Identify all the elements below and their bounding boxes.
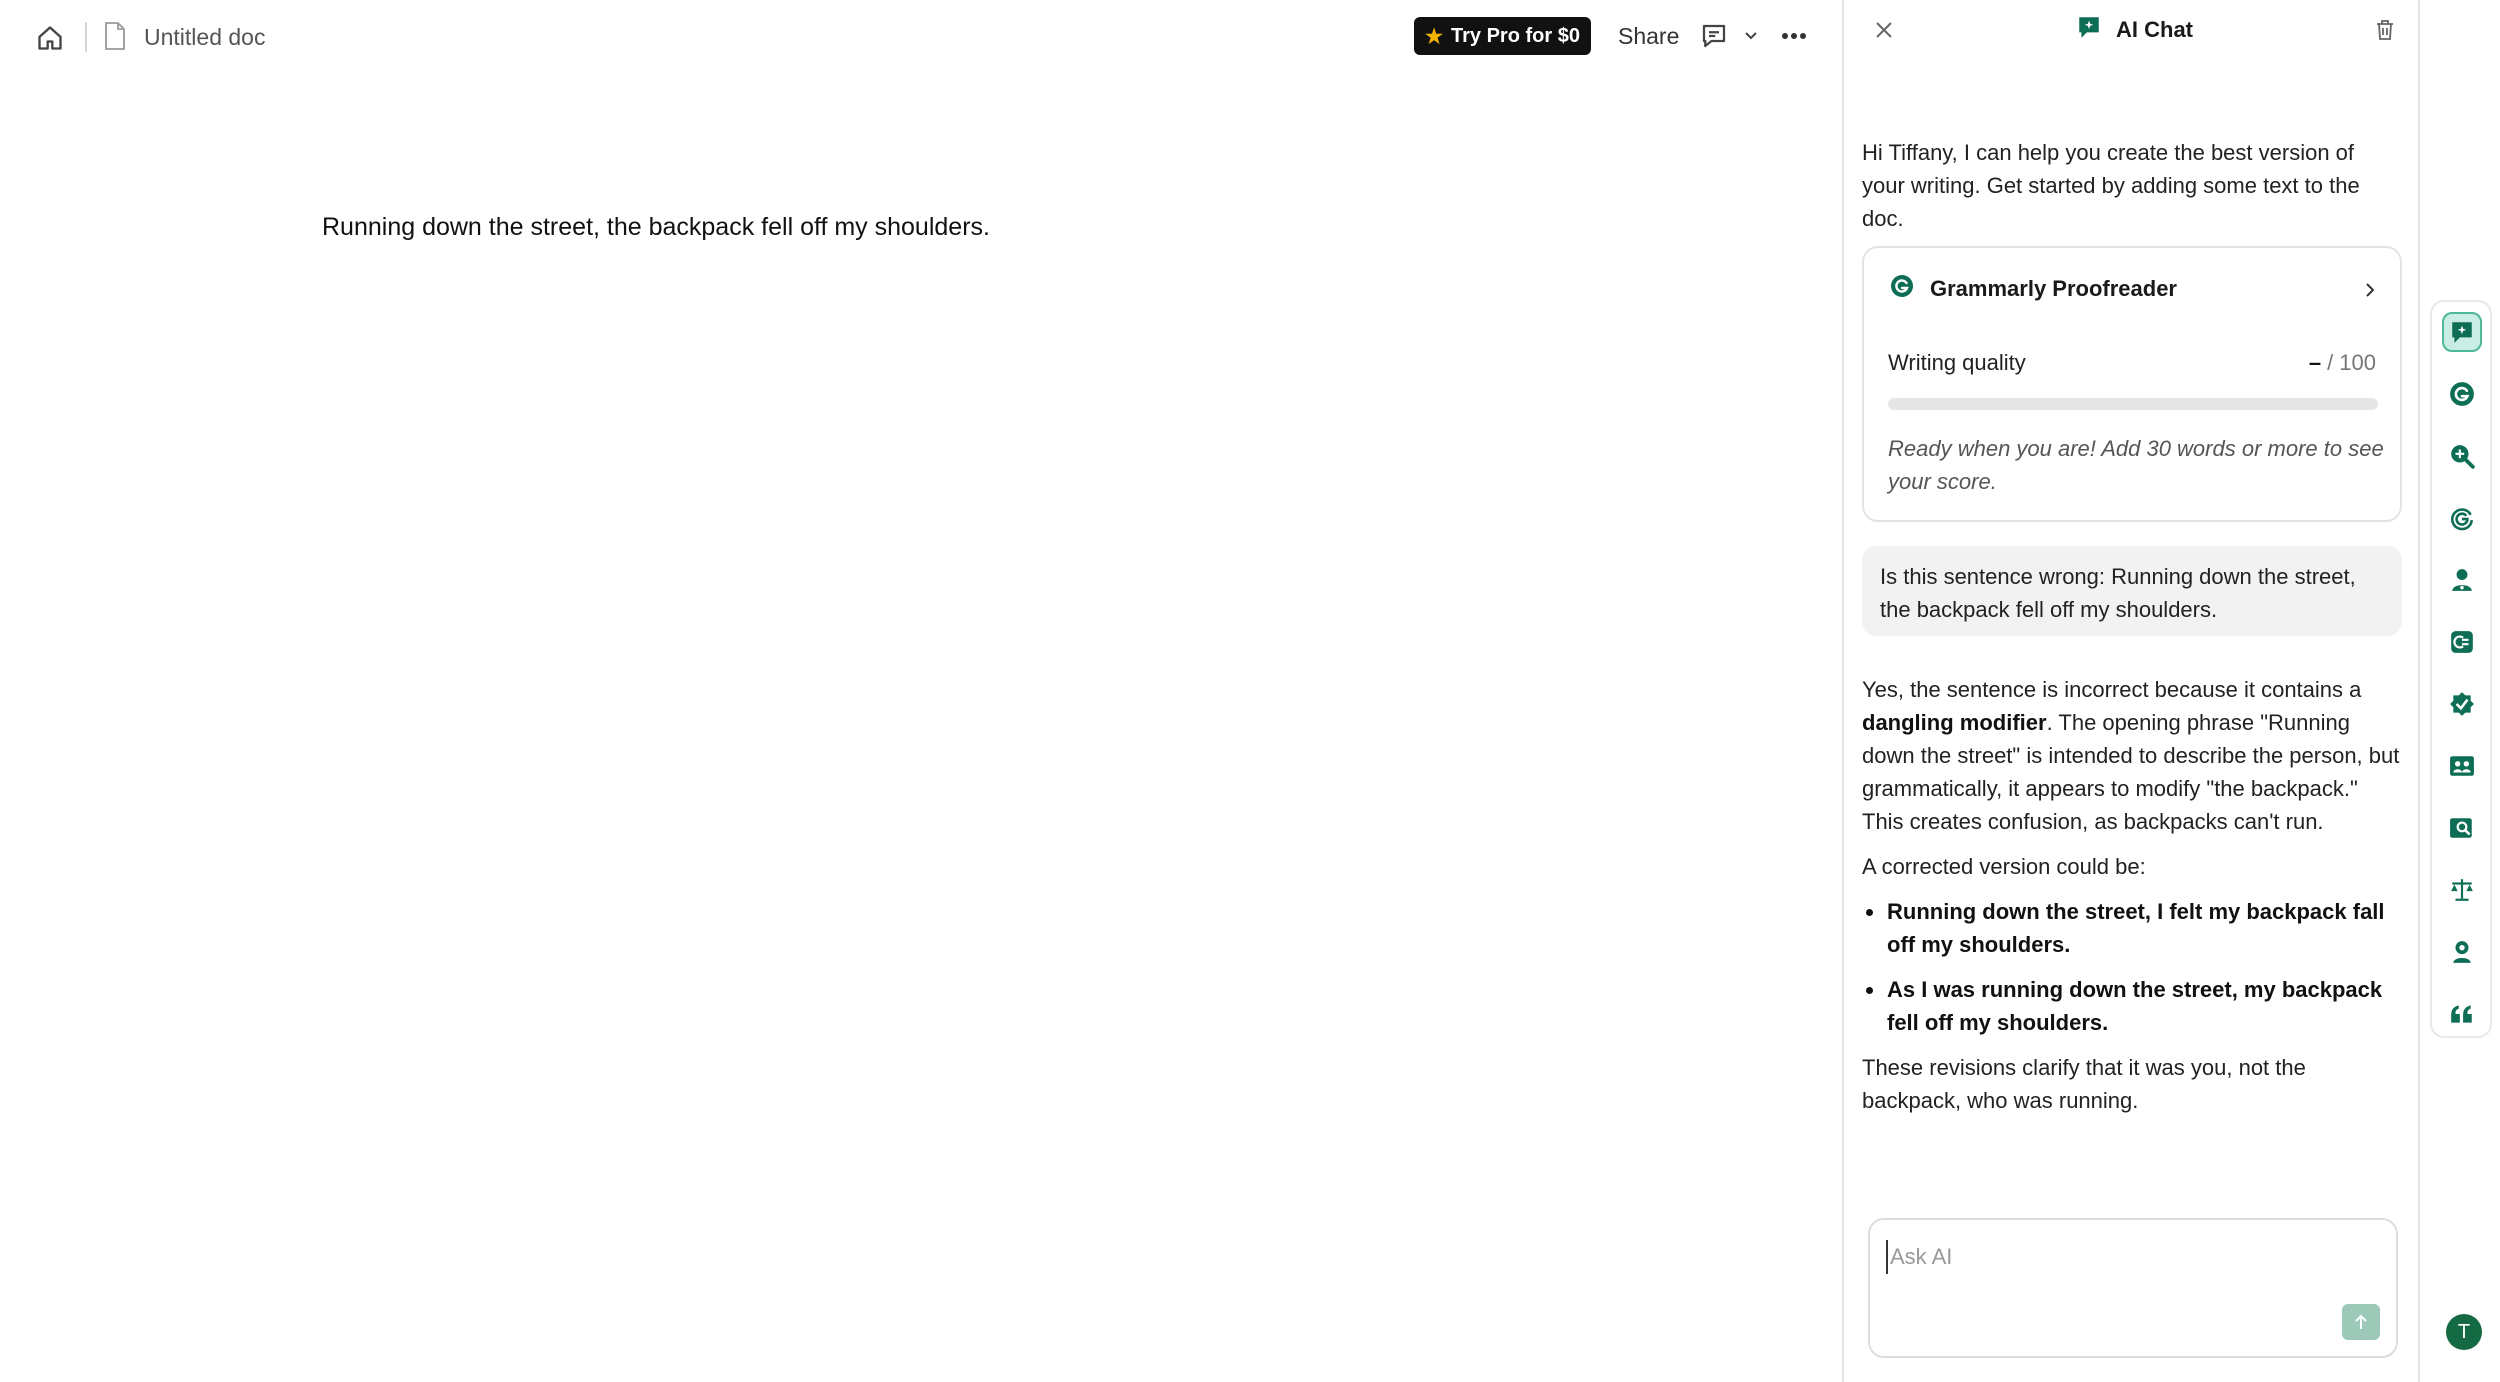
trash-icon[interactable] [2372, 16, 2398, 44]
response-paragraph: Yes, the sentence is incorrect because i… [1862, 673, 2402, 838]
ai-chat-panel: AI Chat Hi Tiffany, I can help you creat… [1842, 0, 2418, 1382]
audience-icon[interactable] [2442, 746, 2482, 786]
try-pro-label: Try Pro for $0 [1451, 24, 1580, 47]
panel-header: AI Chat [2076, 14, 2193, 45]
chevron-right-icon[interactable] [2360, 278, 2380, 302]
legal-scale-icon[interactable] [2442, 870, 2482, 910]
doc-title[interactable]: Untitled doc [144, 22, 265, 52]
home-icon[interactable] [34, 22, 66, 54]
paraphraser-icon[interactable] [2442, 622, 2482, 662]
list-item: As I was running down the street, my bac… [1862, 973, 2402, 1039]
ai-detector-icon[interactable] [2442, 498, 2482, 538]
send-button[interactable] [2342, 1304, 2380, 1340]
tool-rail [2430, 300, 2492, 1038]
panel-title: AI Chat [2116, 16, 2193, 42]
search-plagiarism-icon[interactable] [2442, 436, 2482, 476]
avatar[interactable]: T [2446, 1314, 2482, 1350]
corrections-list: Running down the street, I felt my backp… [1862, 895, 2402, 1039]
writing-quality-hint: Ready when you are! Add 30 words or more… [1888, 436, 2384, 494]
document-icon [104, 22, 130, 52]
grammarly-icon [1890, 274, 1914, 303]
expert-review-icon[interactable] [2442, 932, 2482, 972]
share-button[interactable]: Share [1618, 20, 1679, 52]
response-paragraph: A corrected version could be: [1862, 854, 2146, 879]
response-paragraph: These revisions clarify that it was you,… [1862, 1055, 2306, 1113]
score-max: / 100 [2327, 350, 2376, 375]
grammarly-icon[interactable] [2442, 374, 2482, 414]
writing-quality-bar [1888, 398, 2378, 410]
quote-icon[interactable] [2442, 994, 2482, 1034]
star-icon: ★ [1425, 25, 1443, 48]
ai-chat-icon[interactable] [2442, 312, 2482, 352]
writing-quality-label: Writing quality [1888, 350, 2026, 375]
comment-icon[interactable] [1698, 20, 1730, 52]
ai-chat-icon [2076, 14, 2102, 45]
ask-ai-box [1868, 1218, 2398, 1358]
greeting-message: Hi Tiffany, I can help you create the be… [1862, 140, 2360, 231]
writing-quality-score: –/ 100 [2309, 348, 2376, 378]
close-icon[interactable] [1870, 16, 1898, 44]
reader-reactions-icon[interactable] [2442, 560, 2482, 600]
score-value: – [2308, 350, 2322, 375]
document-text[interactable]: Running down the street, the backpack fe… [322, 210, 990, 244]
ai-response: Yes, the sentence is incorrect because i… [1862, 673, 2402, 1129]
ask-ai-input[interactable] [1886, 1240, 2306, 1274]
chevron-down-icon[interactable] [1740, 24, 1762, 48]
user-message: Is this sentence wrong: Running down the… [1862, 546, 2402, 636]
more-options-icon[interactable] [1780, 22, 1808, 50]
topbar-divider [85, 22, 87, 52]
proofreader-title: Grammarly Proofreader [1930, 275, 2177, 301]
top-bar: Untitled doc ★ Try Pro for $0 Share [0, 0, 1842, 72]
proofreader-check-icon[interactable] [2442, 684, 2482, 724]
response-text: Yes, the sentence is incorrect because i… [1862, 677, 2362, 702]
response-bold-term: dangling modifier [1862, 710, 2047, 735]
list-item: Running down the street, I felt my backp… [1862, 895, 2402, 961]
proofreader-header: Grammarly Proofreader [1890, 274, 2177, 303]
citation-finder-icon[interactable] [2442, 808, 2482, 848]
try-pro-button[interactable]: ★ Try Pro for $0 [1414, 17, 1591, 55]
proofreader-card[interactable]: Grammarly Proofreader Writing quality – /… [1862, 246, 2402, 522]
